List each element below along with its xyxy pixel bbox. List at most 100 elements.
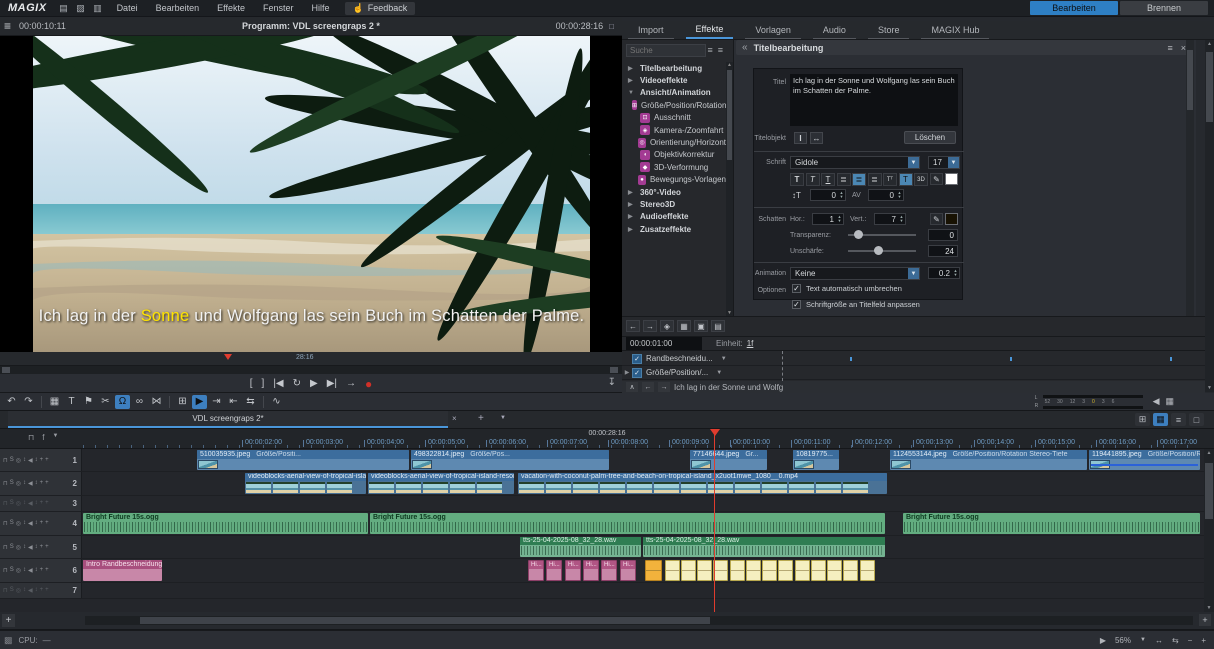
checkbox-icon[interactable]: ✓ [632,368,642,378]
fx-item-videoeffekte[interactable]: ▶Videoeffekte [622,74,726,86]
clip-vacation-with-coconut-palm-tree-and-beach-on-tropical-island-x2uot1mwe-1080-0-mp4[interactable]: vacation-with-coconut-palm-tree-and-beac… [518,473,887,494]
track-curves-icon[interactable]: ↕ [35,567,38,574]
preview-scrollbar[interactable] [0,366,622,374]
shadow-color-picker-icon[interactable]: ✎ [930,213,943,225]
trash-icon[interactable]: ▦ [47,395,62,409]
track-curves-icon[interactable]: ↕ [35,587,38,594]
transparency-slider[interactable] [848,229,916,241]
track-resize-icon[interactable]: ↕ [23,544,26,551]
track-shrink-icon[interactable]: + [45,567,49,574]
font-color-swatch[interactable] [945,173,958,185]
clip-tts-25-04-2025-08-32-28-wav[interactable]: tts-25-04-2025-08_32_28.wav [643,537,885,557]
redo-icon[interactable]: ↷ [21,395,36,409]
track-mute-icon[interactable]: ◎ [16,500,21,507]
mode-button-bearbeiten[interactable]: Bearbeiten [1030,1,1118,15]
unlink-icon[interactable]: ⋈ [149,395,164,409]
blur-slider[interactable] [848,245,916,257]
record-icon[interactable]: ● [365,377,372,391]
clip-498322814-jpeg[interactable]: 498322814.jpegGröße/Pos... [411,450,609,470]
loop-icon[interactable]: ↻ [293,378,301,389]
fx-item-titelbearbeitung[interactable]: ▶Titelbearbeitung [622,62,726,74]
animation-duration-stepper[interactable]: 0.2 ▲▼ [928,267,960,279]
clip-510035935-jpeg[interactable]: 510035935.jpegGröße/Positi... [197,450,409,470]
fx-item-ausschnitt[interactable]: ⊡Ausschnitt [622,112,726,124]
fx-item-orientierung-horizont[interactable]: ◎Orientierung/Horizont [622,136,726,148]
track-resize-icon[interactable]: ↕ [23,500,26,507]
track-solo-icon[interactable]: S [10,457,14,464]
track-shrink-icon[interactable]: + [45,500,49,507]
track-lock-icon[interactable]: ⊓ [3,457,8,464]
tab-store[interactable]: Store [868,23,910,39]
option-schriftgr-e-an-titelfeld-anpassen[interactable]: ✓Schriftgröße an Titelfeld anpassen [792,300,920,309]
copy-icon[interactable]: ▣ [694,320,708,332]
track-expand-icon[interactable]: + [40,480,44,487]
close-tab-icon[interactable]: × [452,414,457,423]
track-shrink-icon[interactable]: + [45,587,49,594]
playhead-marker[interactable] [710,429,720,436]
dropdown-icon[interactable]: ▼ [1140,637,1146,643]
checkbox-icon[interactable]: ✓ [632,354,642,364]
track-mute-icon[interactable]: ◎ [16,480,21,487]
back-icon[interactable]: « [742,42,748,53]
clip-119441895-jpeg[interactable]: 119441895.jpegGröße/Position/Rota... [1089,450,1200,470]
cursor-icon[interactable]: ▶ [192,395,207,409]
track-volume-icon[interactable]: ◀ [28,544,33,551]
text-3d-icon[interactable]: 3D [914,173,928,186]
track-volume-icon[interactable]: ◀ [28,457,33,464]
clip-mini-yellow[interactable] [730,560,745,581]
keyframe-track-gr-e-position[interactable]: ▶✓Größe/Position/...▼ [622,366,1205,380]
clip-77146644-jpeg[interactable]: 77146644.jpegGr... [690,450,767,470]
effects-scrollbar[interactable]: ▲▼ [726,62,733,316]
link-icon[interactable]: ∞ [132,395,147,409]
track-mute-icon[interactable]: ◎ [16,520,21,527]
new-document-icon[interactable]: ▤ [57,2,71,15]
text-tool-icon[interactable]: T [64,395,79,409]
object-grid-icon[interactable]: ⊞ [175,395,190,409]
sort-list-icon[interactable]: ≡ [707,45,712,55]
clip-1124553144-jpeg[interactable]: 1124553144.jpegGröße/Position/Rotation S… [890,450,1087,470]
track-expand-icon[interactable]: + [40,457,44,464]
preview-playhead-marker[interactable] [224,354,232,360]
clip-intro-randbeschneidung-aus[interactable]: Intro Randbeschneidung-Aus... [83,560,162,581]
title-panel-scrollbar[interactable] [1186,40,1194,316]
superscript-icon[interactable]: Tᵀ [883,173,897,186]
dropdown-icon[interactable]: ▼ [52,433,58,442]
lock-icon[interactable]: ⊓ [28,433,34,442]
track-curves-icon[interactable]: ↕ [35,520,38,527]
fx-item-stereo3d[interactable]: ▶Stereo3D [622,198,726,210]
align-center-icon[interactable]: ≣ [852,173,866,186]
track-volume-icon[interactable]: ◀ [28,587,33,594]
clip-mini-yellow[interactable] [746,560,761,581]
save-icon[interactable]: ▥ [91,2,105,15]
paste-icon[interactable]: ▤ [711,320,725,332]
add-tab-icon[interactable]: + [478,413,484,424]
clip-bright-future-15s-ogg[interactable]: Bright Future 15s.ogg [903,513,1200,534]
framerate-icon[interactable]: f [42,433,44,442]
tab-import[interactable]: Import [628,23,674,39]
trim-start-icon[interactable]: ⇤ [226,395,241,409]
sort-group-icon[interactable]: ≡ [718,45,723,55]
track-lock-icon[interactable]: ⊓ [3,544,8,551]
panel-menu-icon[interactable]: ≡ [1167,43,1172,53]
chevron-down-icon[interactable]: ▼ [721,356,727,362]
track-volume-icon[interactable]: ◀ [28,567,33,574]
track-header-3[interactable]: ⊓S◎↕◀↕++3 [0,496,82,511]
zoom-out-icon[interactable]: − [1188,636,1193,645]
menu-datei[interactable]: Datei [108,1,147,15]
track-lock-icon[interactable]: ⊓ [3,520,8,527]
clip-hi[interactable]: Hi... [528,560,544,581]
track-volume-icon[interactable]: ◀ [28,520,33,527]
clip-mini-yellow[interactable] [827,560,842,581]
underline-icon[interactable]: T [821,173,835,186]
clip-mini-orange[interactable] [645,560,662,581]
shadow-vert-stepper[interactable]: 7 ▲▼ [874,213,906,225]
video-frame[interactable]: Ich lag in der Sonne und Wolfgang las se… [33,36,590,352]
kerning-stepper[interactable]: 0 ▲▼ [868,189,904,201]
align-left-icon[interactable]: ≣ [837,173,851,186]
track-curves-icon[interactable]: ↕ [35,544,38,551]
clip-10819775[interactable]: 10819775... [793,450,839,470]
clip-hi[interactable]: Hi... [546,560,562,581]
scene-icon[interactable]: □ [1189,413,1204,426]
fit-width-icon[interactable]: ↔ [1155,636,1163,645]
track-header-6[interactable]: ⊓S◎↕◀↕++6 [0,559,82,582]
